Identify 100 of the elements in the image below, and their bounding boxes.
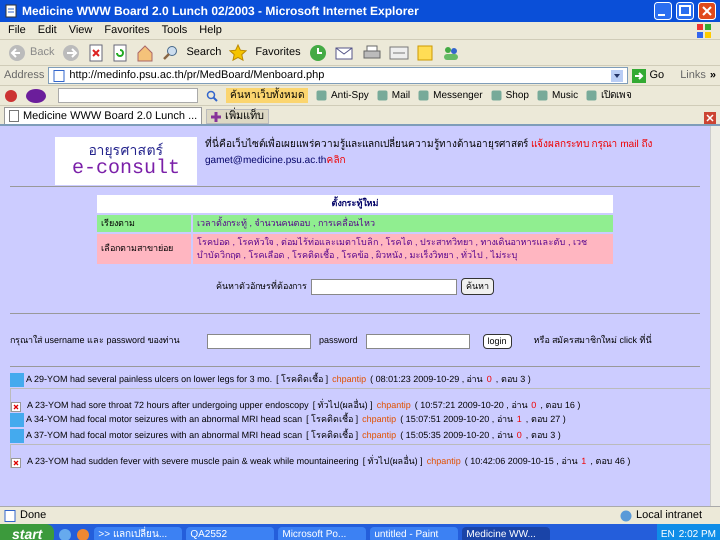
star-icon[interactable] bbox=[229, 44, 248, 62]
post-title-link[interactable]: A 29-YOM had several painless ulcers on lower legs for 3 mo. bbox=[26, 373, 272, 387]
toolbar-item-icon[interactable] bbox=[536, 90, 548, 101]
table-cell: เลือกตามสาขาย่อย bbox=[97, 234, 191, 264]
quick-launch-icon[interactable] bbox=[58, 528, 72, 540]
address-label: Address bbox=[4, 68, 44, 84]
menu-item[interactable]: Tools bbox=[162, 22, 188, 39]
taskbar-button[interactable]: >> แลกเปลี่ยน... bbox=[94, 526, 182, 540]
post-title-link[interactable]: A 37-YOM had focal motor seizures with an abnormal MRI head scan bbox=[26, 429, 302, 443]
login-button[interactable]: login bbox=[482, 334, 512, 348]
search-button[interactable]: Search bbox=[186, 44, 222, 61]
toolbar-button[interactable]: เปิดเพจ bbox=[601, 88, 632, 103]
window-title: Medicine WWW Board 2.0 Lunch 02/2003 - Microsoft Internet Explorer bbox=[22, 3, 420, 20]
toolbar-button[interactable]: Mail bbox=[392, 88, 410, 103]
search-field[interactable] bbox=[58, 88, 198, 103]
menu-item[interactable]: Edit bbox=[38, 22, 57, 39]
go-button[interactable]: Go bbox=[650, 67, 664, 84]
zone-text: Local intranet bbox=[636, 508, 704, 524]
toolbar-button[interactable]: Messenger bbox=[433, 88, 483, 103]
scrollbar[interactable] bbox=[710, 126, 720, 506]
browser-tab[interactable]: Medicine WWW Board 2.0 Lunch ... bbox=[4, 107, 202, 124]
menu-item[interactable]: Help bbox=[199, 22, 222, 39]
history-icon[interactable] bbox=[308, 44, 327, 62]
reply-count: , ตอบ 27 ) bbox=[526, 413, 566, 426]
browser-tab[interactable]: เพิ่มแท็บ bbox=[206, 109, 270, 124]
broken-image-icon bbox=[11, 402, 21, 412]
quick-launch-icon[interactable] bbox=[76, 528, 90, 540]
menu-item[interactable]: View bbox=[68, 22, 92, 39]
read-count: 0 bbox=[531, 398, 536, 412]
toolbar-button[interactable]: Anti-Spy bbox=[331, 88, 369, 103]
favorites-button[interactable]: Favorites bbox=[255, 44, 301, 61]
close-icon[interactable] bbox=[698, 2, 716, 20]
register-text: หรือ สมัครสมาชิกใหม่ click ที่นี่ bbox=[534, 334, 652, 348]
post-title-link[interactable]: A 23-YOM had sore throat 72 hours after undergoing upper endoscopy bbox=[27, 398, 309, 412]
category-text: [ โรคติดเชื้อ ] bbox=[306, 429, 358, 442]
note-icon[interactable] bbox=[416, 44, 433, 60]
timestamp-text: ( 10:42:06 2009-10-15 , อ่าน bbox=[464, 454, 578, 468]
stop-icon[interactable] bbox=[88, 44, 104, 62]
toolbar-item-icon[interactable] bbox=[376, 90, 388, 101]
home-icon[interactable] bbox=[136, 44, 154, 62]
toolbar-button[interactable]: Music bbox=[552, 88, 578, 103]
table-header[interactable]: ตั้งกระทู้ใหม่ bbox=[97, 195, 613, 212]
close-tab-icon[interactable] bbox=[704, 112, 716, 124]
table-cell[interactable]: โรคปอด , โรคหัวใจ , ต่อมไร้ท่อและเมตาโบลิก , โรคไต , ประสาทวิทยา , ทางเดินอาหารและตับ , เวชบำบัดวิกฤต , โรคเลือด , โรคติดเชื้อ , โรคข้อ , ผิวหนัง , มะเร็งวิทยา , ทั่วไป , ไม่ระบุ bbox=[193, 234, 613, 264]
go-arrow-icon[interactable] bbox=[632, 68, 646, 82]
read-count: 0 bbox=[486, 373, 492, 386]
taskbar-button[interactable]: untitled - Paint bbox=[370, 526, 458, 540]
menu-item[interactable]: File bbox=[8, 22, 26, 39]
more-button[interactable]: » bbox=[710, 67, 716, 84]
read-count: 1 bbox=[581, 454, 586, 468]
printer-icon[interactable] bbox=[362, 44, 381, 60]
taskbar-button[interactable]: Medicine WW... bbox=[462, 526, 550, 540]
table-cell[interactable]: เวลาตั้งกระทู้ , จำนวนคนตอบ , การเคลื่อนไหว bbox=[193, 214, 613, 232]
toolbar-item-icon[interactable] bbox=[316, 90, 327, 101]
address-field[interactable]: http://medinfo.psu.ac.th/pr/MedBoard/Menboard.php bbox=[48, 67, 628, 84]
taskbar-button[interactable]: QA2552 bbox=[186, 526, 274, 540]
username-field[interactable] bbox=[207, 334, 311, 348]
menu-item[interactable]: Favorites bbox=[104, 22, 150, 39]
refresh-icon[interactable] bbox=[112, 44, 128, 62]
toolbar-item-icon[interactable] bbox=[418, 90, 430, 101]
timestamp-text: ( 15:05:35 2009-10-20 , อ่าน bbox=[400, 429, 513, 442]
links-label[interactable]: Links bbox=[680, 67, 706, 84]
minimize-icon[interactable] bbox=[654, 2, 672, 20]
language-indicator[interactable]: EN bbox=[660, 527, 675, 540]
mail-icon[interactable] bbox=[334, 44, 355, 60]
globe-icon bbox=[620, 510, 632, 522]
category-text: [ ทั่วไป(ผลอื่น) ] bbox=[362, 454, 423, 468]
plus-icon bbox=[211, 112, 222, 122]
square-icon bbox=[10, 429, 24, 443]
category-text: [ ทั่วไป(ผลอื่น) ] bbox=[312, 398, 373, 412]
maximize-icon[interactable] bbox=[676, 2, 694, 20]
table-cell: เรียงตาม bbox=[97, 214, 191, 232]
page-icon bbox=[4, 510, 16, 522]
square-icon bbox=[10, 413, 24, 427]
email-link[interactable]: gamet@medicine.psu.ac.th bbox=[205, 155, 326, 166]
search-icon[interactable] bbox=[162, 44, 178, 60]
password-label: password bbox=[319, 334, 358, 348]
login-prompt: กรุณาใส่ username และ password ของท่าน bbox=[10, 334, 181, 348]
post-title-link[interactable]: A 23-YOM had sudden fever with severe muscle pain & weak while mountaineering bbox=[27, 454, 359, 468]
read-count: 1 bbox=[516, 413, 522, 426]
windows-logo-icon bbox=[696, 22, 712, 38]
intro-text: ที่นี่คือเว็บไซต์เพื่อเผยแพร่ความรู้และแลกเปลี่ยนความรู้ทางด้านอายุรศาสตร์ แจ้งผลกระทบ กรุณา mail ถึง gamet@medicine.psu.ac.thคลิก bbox=[205, 137, 655, 169]
toolbar-button[interactable]: Shop bbox=[506, 88, 529, 103]
reply-count: , ตอบ 3 ) bbox=[496, 373, 531, 386]
search-label: ค้นหาตัวอักษรที่ต้องการ bbox=[216, 280, 307, 293]
category-text: [ โรคติดเชื้อ ] bbox=[276, 373, 328, 386]
start-button[interactable]: start bbox=[0, 524, 54, 540]
taskbar-button[interactable]: Microsoft Po... bbox=[278, 526, 366, 540]
toolbar-item-icon[interactable] bbox=[586, 90, 598, 101]
search-field[interactable] bbox=[311, 278, 457, 294]
password-field[interactable] bbox=[366, 334, 470, 348]
page-icon bbox=[9, 110, 19, 122]
page-icon bbox=[4, 4, 18, 18]
search-icon[interactable] bbox=[206, 90, 218, 102]
timestamp-text: ( 15:07:51 2009-10-20 , อ่าน bbox=[400, 413, 513, 426]
toolbar-item-icon[interactable] bbox=[490, 90, 502, 101]
web-search-button[interactable]: ค้นหาเว็บทั้งหมด bbox=[226, 88, 308, 103]
search-button[interactable]: ค้นหา bbox=[461, 278, 494, 295]
logo-thai-text: อายุรศาสตร์ bbox=[88, 143, 164, 159]
post-title-link[interactable]: A 34-YOM had focal motor seizures with an abnormal MRI head scan bbox=[26, 413, 302, 427]
